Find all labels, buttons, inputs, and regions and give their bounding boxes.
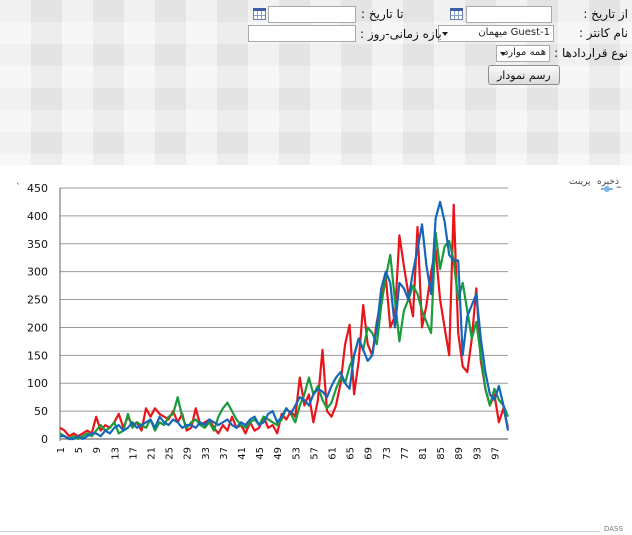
footer-divider: [0, 531, 600, 532]
period-input[interactable]: [248, 25, 356, 42]
legend-label: –: [616, 180, 622, 193]
draw-chart-button[interactable]: رسم نمودار: [488, 65, 560, 85]
period-label: بازه زمانی-روز :: [360, 27, 442, 41]
to-date-label: تا تاریخ :: [361, 7, 404, 21]
counter-select[interactable]: Guest-1 میهمان: [438, 25, 554, 42]
from-date-input[interactable]: [466, 6, 552, 23]
print-button[interactable]: پرینت: [569, 177, 591, 187]
filter-form: از تاریخ : تا تاریخ : نام کانتر : Guest-…: [0, 0, 632, 90]
legend-marker-dot: [604, 186, 610, 192]
legend-marker-icon: [601, 186, 613, 192]
chevron-down-icon: [442, 32, 448, 36]
to-date-calendar-icon[interactable]: [253, 8, 266, 20]
contract-type-select[interactable]: همه موارد: [496, 45, 550, 62]
chevron-down-icon: [500, 52, 506, 56]
counter-label: نام کانتر :: [578, 26, 628, 40]
contract-type-label: نوع قراردادها :: [554, 46, 628, 60]
footer-text: DASS: [604, 525, 623, 533]
from-date-label: از تاریخ :: [583, 7, 628, 21]
to-date-input[interactable]: [268, 6, 356, 23]
chart-panel: [0, 165, 632, 535]
counter-select-value: Guest-1 میهمان: [478, 27, 550, 38]
contract-type-value: همه موارد: [503, 47, 546, 58]
from-date-calendar-icon[interactable]: [450, 8, 463, 20]
